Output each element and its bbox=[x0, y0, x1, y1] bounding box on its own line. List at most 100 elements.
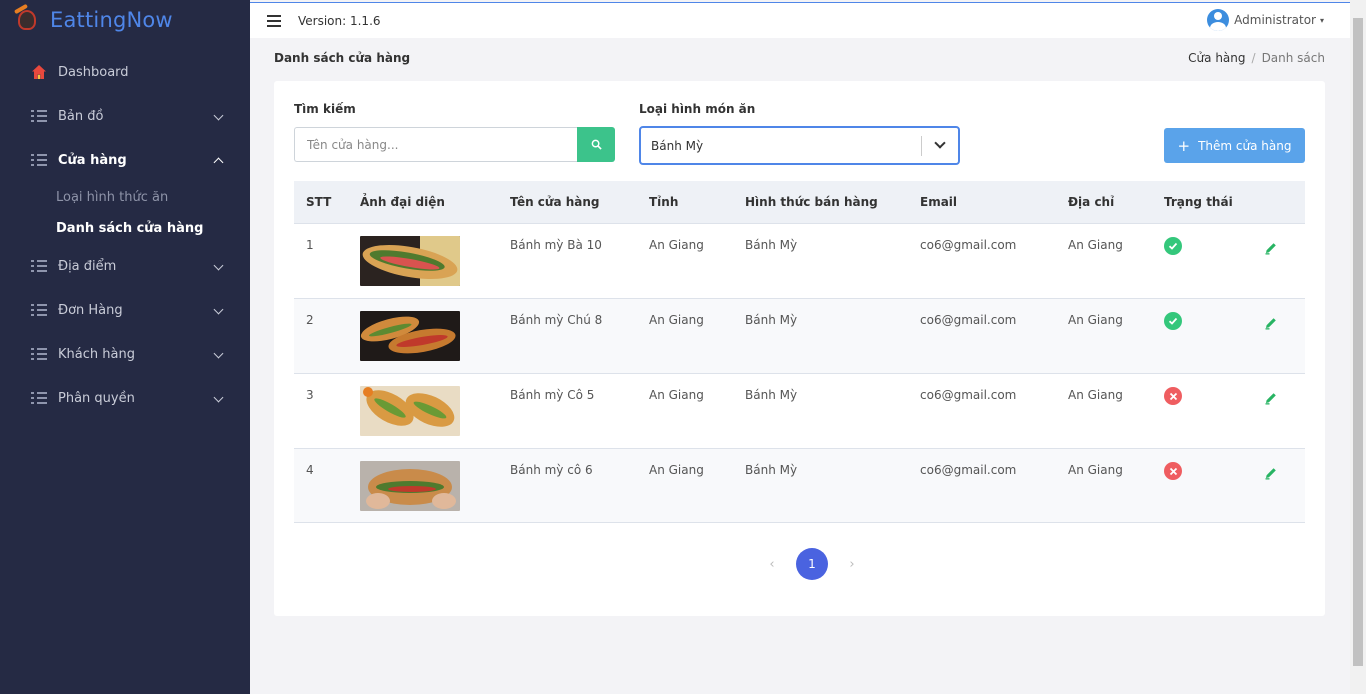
plus-icon: + bbox=[1177, 136, 1191, 155]
cell-sales-type: Bánh Mỳ bbox=[745, 388, 798, 402]
cell-province: An Giang bbox=[649, 238, 704, 252]
cell-actions bbox=[1262, 374, 1305, 408]
column-header: Hình thức bán hàng bbox=[745, 195, 878, 209]
edit-icon[interactable] bbox=[1264, 316, 1278, 333]
pagination-page[interactable]: 1 bbox=[796, 548, 828, 580]
food-type-select[interactable]: Bánh Mỳ bbox=[639, 126, 960, 165]
edit-icon[interactable] bbox=[1264, 391, 1278, 408]
table-row[interactable]: 1 Bánh mỳ Bà 10 An Giang Bánh Mỳ co6@gma… bbox=[294, 223, 1305, 298]
check-circle-icon bbox=[1164, 312, 1182, 330]
select-divider bbox=[921, 136, 922, 156]
cell-stt: 2 bbox=[306, 313, 314, 327]
list-icon bbox=[30, 107, 48, 125]
store-image bbox=[360, 236, 460, 286]
chevron-down-icon bbox=[934, 137, 946, 149]
chevron-up-icon bbox=[213, 157, 224, 168]
cell-store-name: Bánh mỳ cô 6 bbox=[510, 463, 593, 477]
chevron-down-icon: ▾ bbox=[1319, 15, 1324, 25]
cell-image bbox=[360, 374, 510, 436]
brand[interactable]: EattingNow bbox=[0, 0, 250, 40]
add-store-button[interactable]: + Thêm cửa hàng bbox=[1164, 128, 1305, 163]
column-header: Ảnh đại diện bbox=[360, 195, 445, 209]
cell-province: An Giang bbox=[649, 463, 704, 477]
cell-email: co6@gmail.com bbox=[920, 463, 1017, 477]
version-label: Version: 1.1.6 bbox=[298, 13, 381, 28]
cell-actions bbox=[1262, 299, 1305, 333]
user-menu[interactable]: Administrator ▾ bbox=[1207, 9, 1324, 31]
breadcrumb-current: Danh sách bbox=[1261, 51, 1325, 65]
sidebar-subitem-food-types[interactable]: Loại hình thức ăn bbox=[0, 182, 250, 213]
food-type-value: Bánh Mỳ bbox=[651, 138, 704, 153]
cell-store-name: Bánh mỳ Bà 10 bbox=[510, 238, 602, 252]
column-header: Địa chỉ bbox=[1068, 195, 1115, 209]
edit-icon[interactable] bbox=[1264, 466, 1278, 483]
store-image bbox=[360, 386, 460, 436]
store-image bbox=[360, 311, 460, 361]
pagination-next[interactable]: › bbox=[838, 557, 866, 572]
cell-address: An Giang bbox=[1068, 313, 1123, 327]
cell-status bbox=[1164, 374, 1262, 405]
sidebar-item-label: Bản đồ bbox=[58, 108, 104, 124]
brand-name: EattingNow bbox=[50, 8, 173, 32]
cell-email: co6@gmail.com bbox=[920, 313, 1017, 327]
table-header: STT Ảnh đại diện Tên cửa hàng Tỉnh Hình … bbox=[294, 181, 1305, 223]
sidebar-item-label: Dashboard bbox=[58, 64, 129, 80]
avatar bbox=[1207, 9, 1230, 31]
add-store-label: Thêm cửa hàng bbox=[1198, 138, 1292, 153]
column-header: Tỉnh bbox=[649, 195, 679, 209]
chevron-down-icon bbox=[213, 110, 224, 121]
cell-sales-type: Bánh Mỳ bbox=[745, 238, 798, 252]
cell-store-name: Bánh mỳ Cô 5 bbox=[510, 388, 595, 402]
sidebar-nav: Dashboard Bản đồ Cửa hàng Loại hình thức… bbox=[0, 50, 250, 420]
scrollbar-thumb[interactable] bbox=[1353, 18, 1363, 666]
store-image bbox=[360, 461, 460, 511]
list-icon bbox=[30, 301, 48, 319]
cell-actions bbox=[1262, 449, 1305, 483]
sidebar-item-label: Cửa hàng bbox=[58, 152, 127, 168]
cell-sales-type: Bánh Mỳ bbox=[745, 463, 798, 477]
sidebar-item-label: Khách hàng bbox=[58, 346, 135, 362]
sidebar-subitem-store-list[interactable]: Danh sách cửa hàng bbox=[0, 213, 250, 244]
list-icon bbox=[30, 257, 48, 275]
menu-toggle-icon[interactable] bbox=[267, 14, 281, 27]
sidebar-item-stores[interactable]: Cửa hàng bbox=[0, 138, 250, 182]
page-title: Danh sách cửa hàng bbox=[274, 51, 411, 65]
home-icon bbox=[30, 63, 48, 81]
list-icon bbox=[30, 151, 48, 169]
cell-actions bbox=[1262, 224, 1305, 258]
search-input[interactable] bbox=[294, 127, 577, 162]
cell-email: co6@gmail.com bbox=[920, 238, 1017, 252]
list-icon bbox=[30, 389, 48, 407]
search-button[interactable] bbox=[577, 127, 615, 162]
table-row[interactable]: 4 Bánh mỳ cô 6 An Giang Bánh Mỳ co6@gmai… bbox=[294, 448, 1305, 523]
table-row[interactable]: 2 Bánh mỳ Chú 8 An Giang Bánh Mỳ co6@gma… bbox=[294, 298, 1305, 373]
store-table: STT Ảnh đại diện Tên cửa hàng Tỉnh Hình … bbox=[294, 181, 1305, 523]
pagination-prev[interactable]: ‹ bbox=[758, 557, 786, 572]
column-header: Email bbox=[920, 195, 958, 209]
cell-stt: 3 bbox=[306, 388, 314, 402]
user-name: Administrator bbox=[1234, 13, 1316, 27]
sidebar-item-dashboard[interactable]: Dashboard bbox=[0, 50, 250, 94]
cell-image bbox=[360, 449, 510, 511]
cell-sales-type: Bánh Mỳ bbox=[745, 313, 798, 327]
table-row[interactable]: 3 Bánh mỳ Cô 5 An Giang Bánh Mỳ co6@gmai… bbox=[294, 373, 1305, 448]
close-circle-icon bbox=[1164, 387, 1182, 405]
cell-status bbox=[1164, 224, 1262, 255]
topbar: Version: 1.1.6 Administrator ▾ bbox=[250, 2, 1350, 38]
cell-stt: 4 bbox=[306, 463, 314, 477]
breadcrumb-item[interactable]: Cửa hàng bbox=[1188, 51, 1245, 65]
chevron-down-icon bbox=[213, 304, 224, 315]
cell-image bbox=[360, 224, 510, 286]
sidebar-item-customers[interactable]: Khách hàng bbox=[0, 332, 250, 376]
search-icon bbox=[591, 139, 602, 150]
logo-icon bbox=[12, 3, 42, 35]
page-scrollbar[interactable] bbox=[1350, 0, 1366, 694]
edit-icon[interactable] bbox=[1264, 241, 1278, 258]
sidebar-item-map[interactable]: Bản đồ bbox=[0, 94, 250, 138]
sidebar-item-orders[interactable]: Đơn Hàng bbox=[0, 288, 250, 332]
sidebar-item-permissions[interactable]: Phân quyền bbox=[0, 376, 250, 420]
sidebar-item-locations[interactable]: Địa điểm bbox=[0, 244, 250, 288]
pagination: ‹ 1 › bbox=[758, 548, 866, 580]
breadcrumb-separator: / bbox=[1251, 51, 1256, 65]
cell-email: co6@gmail.com bbox=[920, 388, 1017, 402]
